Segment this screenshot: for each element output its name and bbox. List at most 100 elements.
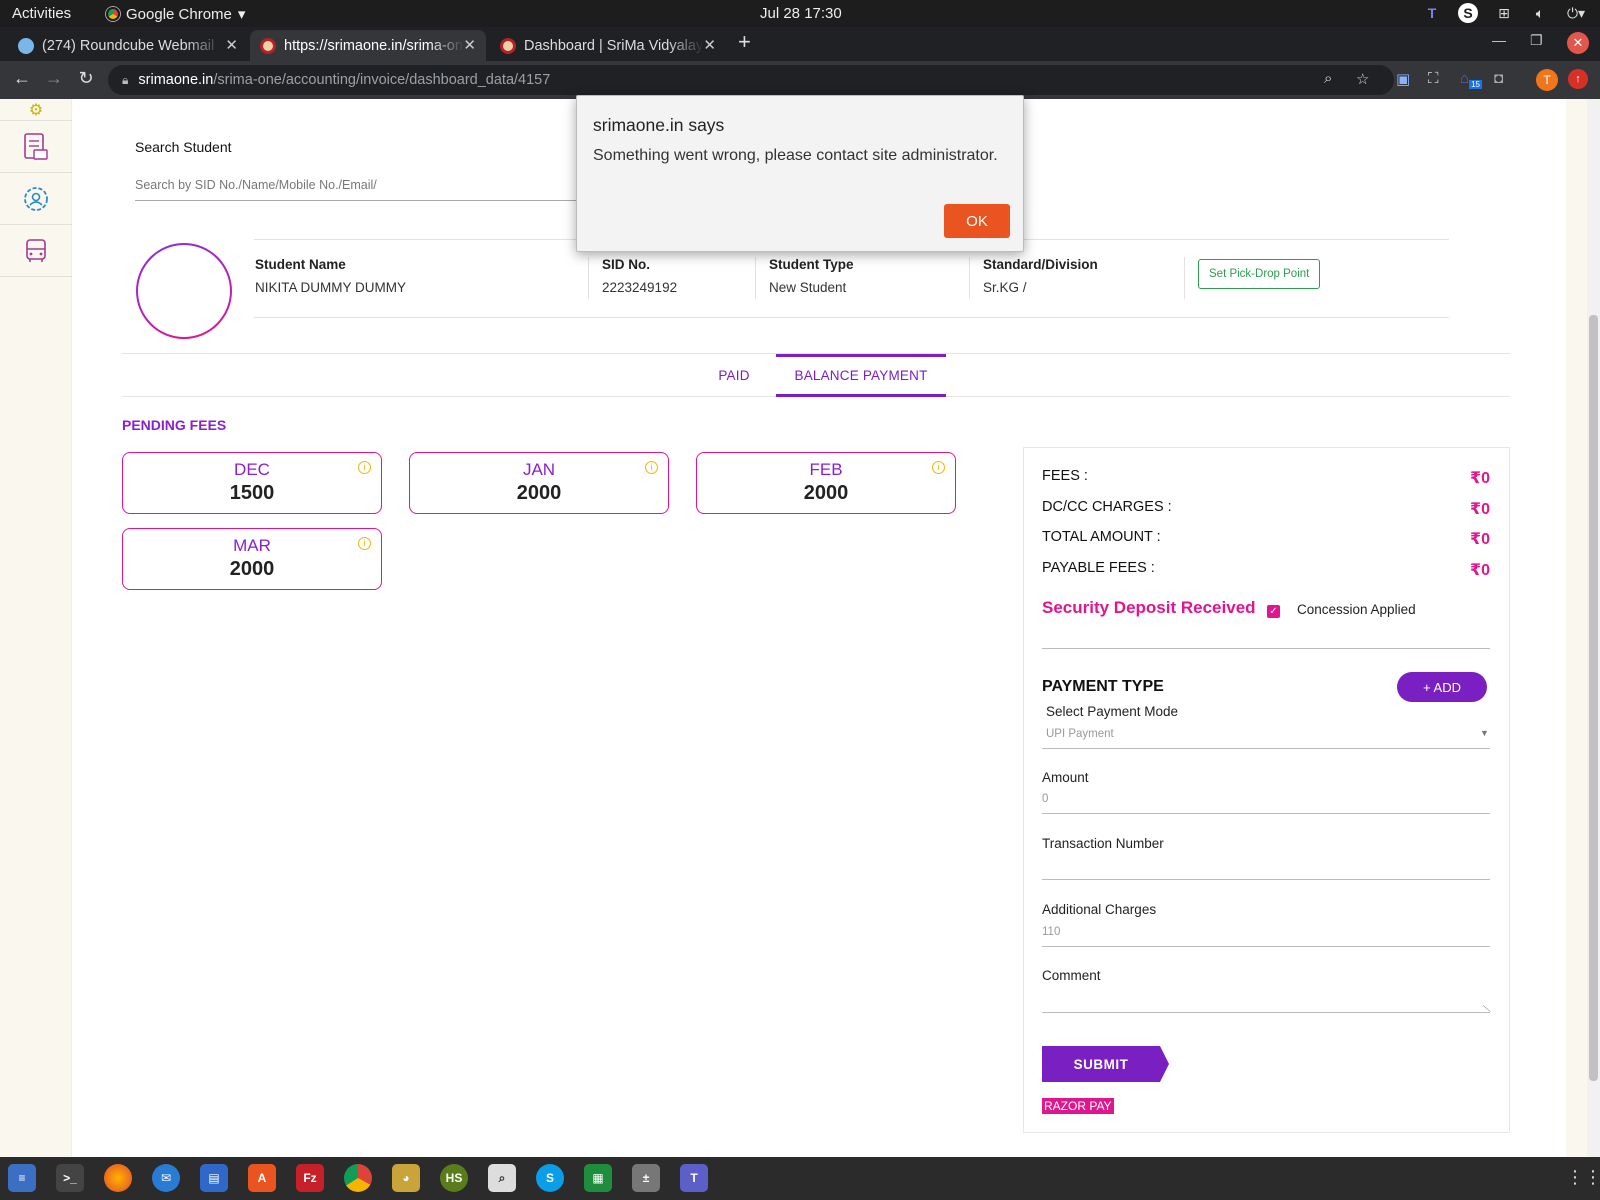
add-payment-button[interactable]: + ADD: [1397, 672, 1487, 702]
terminal-icon[interactable]: >_: [56, 1164, 84, 1192]
page-scrollbar[interactable]: [1587, 99, 1600, 1157]
amount-input[interactable]: 0: [1042, 793, 1048, 805]
screen-share-icon[interactable]: ▣: [1396, 70, 1410, 88]
back-arrow-icon[interactable]: ←: [10, 68, 34, 89]
divider: [1184, 257, 1185, 299]
profile-avatar[interactable]: T: [1536, 69, 1558, 91]
files-app-icon[interactable]: ≡: [8, 1164, 36, 1192]
sidebar-item-transport[interactable]: [0, 225, 72, 277]
software-center-icon[interactable]: A: [248, 1164, 276, 1192]
browser-tab-srimaone[interactable]: https://srimaone.in/srima-one/accounting…: [250, 30, 486, 61]
browser-tab-roundcube[interactable]: (274) Roundcube Webmail ✕: [8, 30, 248, 61]
calc-sheet-icon[interactable]: ▦: [584, 1164, 612, 1192]
payment-mode-label: Select Payment Mode: [1046, 704, 1179, 719]
payment-mode-select[interactable]: UPI Payment: [1046, 728, 1114, 740]
info-icon[interactable]: i: [645, 461, 658, 474]
resize-grip-icon[interactable]: ⟋: [1480, 1005, 1491, 1012]
close-icon[interactable]: ✕: [463, 36, 476, 54]
camera-icon[interactable]: ◘: [1494, 70, 1503, 87]
tab-paid[interactable]: PAID: [684, 354, 784, 397]
dialog-ok-button[interactable]: OK: [944, 204, 1010, 238]
transaction-number-input[interactable]: [1042, 879, 1490, 880]
skype-tray-icon[interactable]: S: [1458, 3, 1478, 23]
sidebar-item-settings-partial[interactable]: ⚙: [0, 99, 72, 121]
fee-card-feb[interactable]: FEB 2000 i: [696, 452, 956, 514]
page-viewport: ⚙ Search Student Student Name NIKITA DUM…: [0, 99, 1600, 1157]
firefox-icon[interactable]: [104, 1164, 132, 1192]
maximize-button[interactable]: ❐: [1530, 32, 1543, 49]
student-name-field: Student Name NIKITA DUMMY DUMMY: [255, 257, 406, 295]
sidebar-item-settings[interactable]: [0, 173, 72, 225]
search-student-input[interactable]: [135, 169, 580, 201]
student-type-value: New Student: [769, 280, 847, 295]
fee-card-mar[interactable]: MAR 2000 i: [122, 528, 382, 590]
student-name-label: Student Name: [255, 257, 346, 272]
scrollbar-thumb[interactable]: [1589, 315, 1598, 1081]
additional-charges-input[interactable]: 110: [1042, 926, 1060, 938]
charges-row: DC/CC CHARGES : ₹0: [1042, 499, 1490, 518]
power-icon[interactable]: ⏻▾: [1566, 3, 1586, 23]
left-sidebar: ⚙: [0, 99, 72, 1157]
sid-value: 2223249192: [602, 280, 678, 295]
fee-card-dec[interactable]: DEC 1500 i: [122, 452, 382, 514]
fee-amount: 2000: [803, 482, 849, 504]
bookmark-star-icon[interactable]: ☆: [1356, 70, 1369, 88]
comment-textarea[interactable]: [1042, 1012, 1490, 1013]
forward-arrow-icon[interactable]: →: [42, 68, 66, 89]
submit-button[interactable]: SUBMIT: [1042, 1046, 1160, 1082]
info-icon[interactable]: i: [932, 461, 945, 474]
school-extension-icon[interactable]: ⌂ 15: [1460, 70, 1482, 89]
writer-icon[interactable]: ▤: [200, 1164, 228, 1192]
browser-tab-dashboard[interactable]: Dashboard | SriMa Vidyalaya ✕: [490, 30, 726, 61]
fee-month: FEB: [809, 460, 843, 479]
volume-icon[interactable]: 🔈︎: [1530, 3, 1550, 23]
minimize-button[interactable]: —: [1492, 32, 1506, 48]
payment-summary-panel: FEES : ₹0 DC/CC CHARGES : ₹0 TOTAL AMOUN…: [1023, 447, 1510, 1133]
standard-value: Sr.KG /: [983, 280, 1027, 295]
tab-title: Dashboard | SriMa Vidyalaya: [524, 37, 704, 54]
gimp-icon[interactable]: ◕: [392, 1164, 420, 1192]
pending-fees-title: PENDING FEES: [122, 417, 227, 433]
dialog-message: Something went wrong, please contact sit…: [593, 147, 998, 164]
calculator-icon[interactable]: ±: [632, 1164, 660, 1192]
info-icon[interactable]: i: [358, 537, 371, 550]
clock[interactable]: Jul 28 17:30: [760, 5, 842, 22]
close-icon[interactable]: ✕: [225, 36, 238, 54]
filezilla-icon[interactable]: Fz: [296, 1164, 324, 1192]
address-bar[interactable]: 🔒︎ srimaone.in /srima-one/accounting/inv…: [108, 65, 1394, 95]
network-icon[interactable]: ⊞: [1494, 3, 1514, 23]
zoom-icon[interactable]: ⌕: [1324, 70, 1332, 87]
info-icon[interactable]: i: [358, 461, 371, 474]
dialog-title: srimaone.in says: [593, 115, 725, 135]
window-close-button[interactable]: ✕: [1567, 32, 1589, 54]
update-icon[interactable]: ↑: [1568, 69, 1588, 89]
chrome-dock-icon[interactable]: [344, 1164, 372, 1192]
skype-icon[interactable]: S: [536, 1164, 564, 1192]
new-tab-button[interactable]: +: [738, 29, 751, 55]
concession-checkbox[interactable]: ✓: [1267, 605, 1280, 618]
system-top-bar: Activities Google Chrome ▾ Jul 28 17:30 …: [0, 0, 1600, 27]
reload-icon[interactable]: ↻: [74, 68, 98, 89]
sidebar-item-invoice[interactable]: [0, 121, 72, 173]
divider: [755, 257, 756, 299]
payment-tabs: PAID BALANCE PAYMENT: [122, 353, 1510, 397]
app-menu[interactable]: Google Chrome ▾: [106, 5, 245, 23]
teams-icon[interactable]: T: [680, 1164, 708, 1192]
search-app-icon[interactable]: ⌕: [488, 1164, 516, 1192]
tab-title: (274) Roundcube Webmail: [42, 37, 215, 54]
thunderbird-icon[interactable]: ✉: [152, 1164, 180, 1192]
fee-card-jan[interactable]: JAN 2000 i: [409, 452, 669, 514]
hs-app-icon[interactable]: HS: [440, 1164, 468, 1192]
set-pick-drop-button[interactable]: Set Pick-Drop Point: [1198, 259, 1321, 289]
select-underline: [1042, 748, 1490, 749]
standard-label: Standard/Division: [983, 257, 1098, 272]
show-apps-icon[interactable]: ⋮⋮⋮: [1566, 1167, 1600, 1188]
tab-balance-payment[interactable]: BALANCE PAYMENT: [776, 354, 946, 397]
teams-tray-icon[interactable]: T: [1422, 3, 1442, 23]
close-icon[interactable]: ✕: [703, 36, 716, 54]
razor-pay-button[interactable]: RAZOR PAY: [1042, 1098, 1114, 1114]
screenshot-extension-icon[interactable]: ⛶: [1428, 70, 1439, 87]
charges-value: ₹0: [1469, 501, 1490, 518]
caret-down-icon[interactable]: ▼: [1480, 728, 1489, 738]
activities-button[interactable]: Activities: [12, 5, 71, 22]
